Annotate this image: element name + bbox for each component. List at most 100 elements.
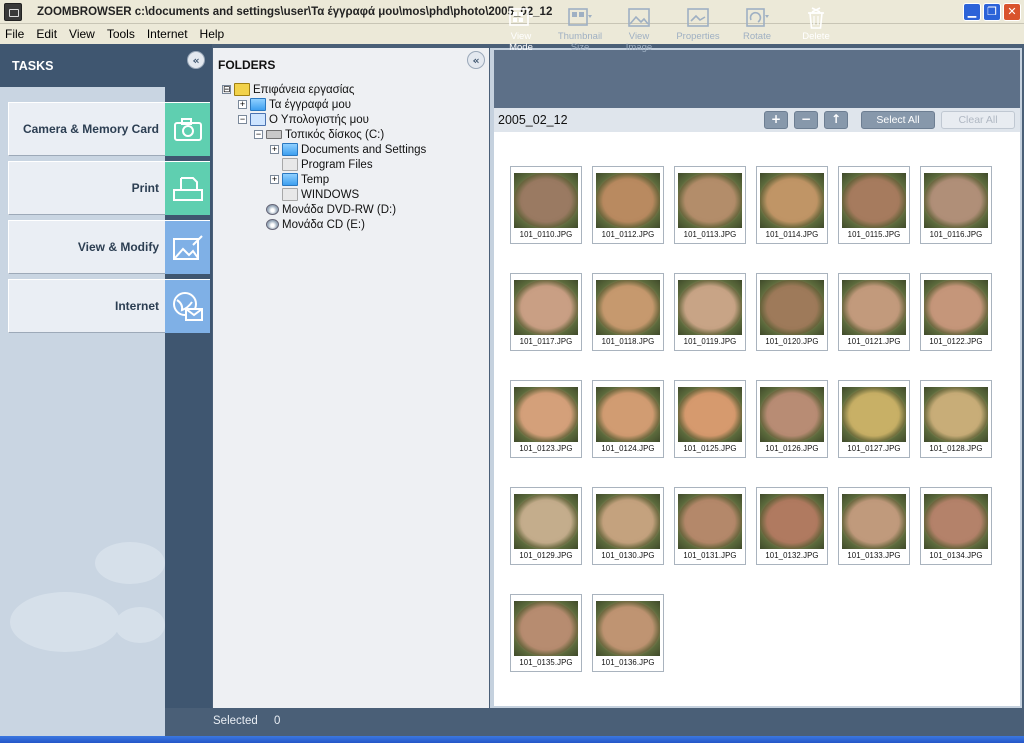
collapse-tasks-button[interactable]: « <box>187 51 205 69</box>
photo-thumbnail[interactable]: 101_0115.JPG <box>838 166 910 244</box>
tree-item-windows[interactable]: WINDOWS <box>270 187 359 202</box>
view-image-button[interactable]: View Image <box>610 6 668 53</box>
zoom-in-button[interactable]: + <box>764 111 788 129</box>
photo-preview <box>678 387 742 442</box>
status-selected-label: Selected <box>213 715 258 727</box>
photo-filename: 101_0119.JPG <box>683 337 737 346</box>
photo-thumbnail[interactable]: 101_0118.JPG <box>592 273 664 351</box>
photo-thumbnail[interactable]: 101_0129.JPG <box>510 487 582 565</box>
tree-item-desktop[interactable]: ⊟ Επιφάνεια εργασίας <box>222 82 354 97</box>
tree-item-my-computer[interactable]: − Ο Υπολογιστής μου <box>238 112 369 127</box>
photo-thumbnail[interactable]: 101_0123.JPG <box>510 380 582 458</box>
photo-filename: 101_0116.JPG <box>929 230 983 239</box>
toolbar-label: Thumbnail <box>557 31 603 42</box>
photo-thumbnail[interactable]: 101_0117.JPG <box>510 273 582 351</box>
photo-thumbnail[interactable]: 101_0127.JPG <box>838 380 910 458</box>
os-taskbar <box>0 736 1024 743</box>
tree-item-temp[interactable]: + Temp <box>270 172 329 187</box>
tree-label: Documents and Settings <box>301 143 427 156</box>
task-camera-memory-card[interactable]: Camera & Memory Card <box>8 102 210 156</box>
photo-thumbnail[interactable]: 101_0110.JPG <box>510 166 582 244</box>
photo-thumbnail[interactable]: 101_0133.JPG <box>838 487 910 565</box>
tree-item-documents-and-settings[interactable]: + Documents and Settings <box>270 142 426 157</box>
photo-thumbnail[interactable]: 101_0119.JPG <box>674 273 746 351</box>
menu-tools[interactable]: Tools <box>107 27 135 41</box>
view-mode-button[interactable]: View Mode <box>492 6 550 53</box>
photo-preview <box>842 173 906 228</box>
expand-toggle[interactable]: + <box>270 175 279 184</box>
photo-preview <box>514 280 578 335</box>
status-selected-count: 0 <box>274 715 281 727</box>
minimize-button[interactable]: ▁ <box>963 3 981 21</box>
expand-toggle[interactable]: + <box>270 145 279 154</box>
photo-filename: 101_0121.JPG <box>847 337 901 346</box>
collapse-toggle[interactable]: − <box>254 130 263 139</box>
close-button[interactable]: ✕ <box>1003 3 1021 21</box>
photo-thumbnail[interactable]: 101_0114.JPG <box>756 166 828 244</box>
task-print[interactable]: Print <box>8 161 210 215</box>
toolbar-label: Size <box>570 42 590 53</box>
toolbar-label: View <box>628 31 650 42</box>
app-icon[interactable] <box>4 2 22 21</box>
thumbnail-size-button[interactable]: Thumbnail Size <box>551 6 609 53</box>
photo-filename: 101_0123.JPG <box>519 444 573 453</box>
photo-thumbnail[interactable]: 101_0126.JPG <box>756 380 828 458</box>
delete-button[interactable]: Delete <box>787 6 845 42</box>
task-label: Camera & Memory Card <box>22 122 159 136</box>
zoom-out-button[interactable]: − <box>794 111 818 129</box>
menu-internet[interactable]: Internet <box>147 27 188 41</box>
collapse-toggle[interactable]: − <box>238 115 247 124</box>
window-title: ZOOMBROWSER c:\documents and settings\us… <box>37 5 553 18</box>
task-view-modify[interactable]: View & Modify <box>8 220 210 274</box>
camera-icon <box>165 103 210 156</box>
tree-label: Program Files <box>301 158 373 171</box>
photo-filename: 101_0114.JPG <box>765 230 819 239</box>
properties-icon <box>687 8 709 27</box>
photo-thumbnail[interactable]: 101_0122.JPG <box>920 273 992 351</box>
menu-view[interactable]: View <box>69 27 95 41</box>
tree-item-my-documents[interactable]: + Τα έγγραφά μου <box>238 97 351 112</box>
photo-thumbnail[interactable]: 101_0121.JPG <box>838 273 910 351</box>
photo-thumbnail[interactable]: 101_0136.JPG <box>592 594 664 672</box>
photo-thumbnail[interactable]: 101_0135.JPG <box>510 594 582 672</box>
photo-thumbnail[interactable]: 101_0120.JPG <box>756 273 828 351</box>
collapse-toggle[interactable]: ⊟ <box>222 85 231 94</box>
photo-thumbnail[interactable]: 101_0124.JPG <box>592 380 664 458</box>
decorative-bubble <box>10 592 120 652</box>
photo-thumbnail[interactable]: 101_0125.JPG <box>674 380 746 458</box>
photo-preview <box>760 387 824 442</box>
status-bar <box>165 708 1024 736</box>
tree-item-program-files[interactable]: Program Files <box>270 157 373 172</box>
menu-edit[interactable]: Edit <box>36 27 57 41</box>
photo-filename: 101_0113.JPG <box>683 230 737 239</box>
photo-thumbnail[interactable]: 101_0113.JPG <box>674 166 746 244</box>
photo-thumbnail[interactable]: 101_0132.JPG <box>756 487 828 565</box>
photo-filename: 101_0110.JPG <box>519 230 573 239</box>
photo-thumbnail[interactable]: 101_0130.JPG <box>592 487 664 565</box>
tree-item-dvd-drive[interactable]: Μονάδα DVD-RW (D:) <box>254 202 396 217</box>
photo-preview <box>924 387 988 442</box>
photo-thumbnail[interactable]: 101_0128.JPG <box>920 380 992 458</box>
toolbar-label: Mode <box>509 42 533 53</box>
photo-thumbnail[interactable]: 101_0134.JPG <box>920 487 992 565</box>
select-all-button[interactable]: Select All <box>861 111 935 129</box>
tree-item-drive-c[interactable]: − Τοπικός δίσκος (C:) <box>254 127 384 142</box>
properties-button[interactable]: Properties <box>669 6 727 42</box>
toolbar-label: Rotate <box>743 31 771 42</box>
photo-filename: 101_0124.JPG <box>601 444 655 453</box>
tree-item-cd-drive[interactable]: Μονάδα CD (E:) <box>254 217 365 232</box>
expand-toggle[interactable]: + <box>238 100 247 109</box>
up-folder-button[interactable]: ↑ <box>824 111 848 129</box>
task-internet[interactable]: Internet <box>8 279 210 333</box>
collapse-folders-button[interactable]: « <box>467 51 485 69</box>
maximize-button[interactable]: ❐ <box>983 3 1001 21</box>
menu-file[interactable]: File <box>5 27 24 41</box>
photo-thumbnail[interactable]: 101_0116.JPG <box>920 166 992 244</box>
photo-thumbnail[interactable]: 101_0131.JPG <box>674 487 746 565</box>
cd-drive-icon <box>266 219 279 230</box>
photo-thumbnail[interactable]: 101_0112.JPG <box>592 166 664 244</box>
clear-all-button[interactable]: Clear All <box>941 111 1015 129</box>
menu-help[interactable]: Help <box>200 27 225 41</box>
rotate-button[interactable]: Rotate <box>728 6 786 42</box>
photo-filename: 101_0134.JPG <box>929 551 983 560</box>
